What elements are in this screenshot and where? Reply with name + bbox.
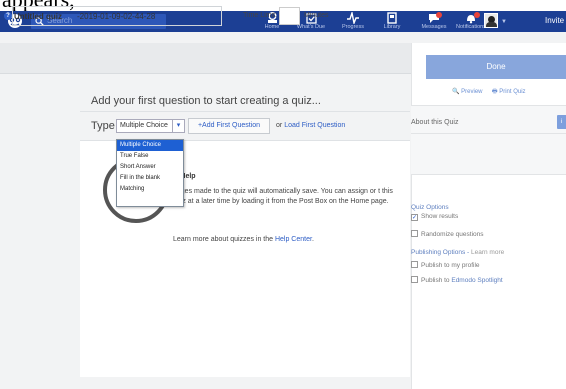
quiz-title-bar	[0, 43, 411, 74]
publish-spotlight-checkbox[interactable]	[411, 276, 418, 283]
done-button[interactable]: Done	[426, 55, 566, 79]
dropdown-option-fill-in-the-blank[interactable]: Fill in the blank	[117, 173, 183, 184]
time-limit-label: Time Limit:	[243, 12, 277, 19]
library-icon	[387, 12, 397, 24]
show-results-checkbox[interactable]: ✓	[411, 214, 418, 221]
question-type-dropdown: Multiple Choice True False Short Answer …	[116, 139, 184, 207]
chevron-down-icon[interactable]: ▾	[172, 120, 184, 132]
nav-progress[interactable]: Progress	[338, 11, 368, 32]
question-type-select[interactable]: Multiple Choice ▾	[116, 119, 185, 133]
print-icon: 🖶	[491, 89, 498, 95]
publish-spotlight-prefix: Publish to	[421, 277, 450, 284]
quiz-icon: ?	[4, 12, 12, 20]
info-icon[interactable]: i	[557, 115, 566, 129]
publish-profile-checkbox[interactable]	[411, 261, 418, 268]
invite-link[interactable]: Invite	[545, 16, 564, 25]
time-limit-input[interactable]	[279, 7, 300, 25]
preview-icon: 🔍	[452, 89, 460, 95]
load-first-question-link[interactable]: Load First Question	[284, 122, 345, 129]
nav-library-label: Library	[383, 24, 401, 30]
about-quiz-box[interactable]	[411, 105, 566, 175]
nav-notifications[interactable]: Notifications	[454, 11, 488, 32]
time-limit-unit: Minutes	[304, 12, 329, 19]
dropdown-option-true-false[interactable]: True False	[117, 151, 183, 162]
quiz-title: Untitled quiz	[14, 12, 62, 21]
help-more-row: Learn more about quizzes in the Help Cen…	[173, 236, 314, 243]
publish-spotlight-option[interactable]: Publish to Edmodo Spotlight	[411, 276, 503, 284]
help-center-link[interactable]: Help Center	[275, 236, 312, 243]
divider	[411, 133, 566, 134]
publishing-options-row: Publishing Options - Learn more	[411, 249, 504, 256]
publish-profile-option[interactable]: Publish to my profile	[411, 261, 480, 269]
about-quiz-label: About this Quiz	[411, 119, 459, 126]
learn-more-link[interactable]: Learn more	[471, 249, 504, 256]
nav-progress-label: Progress	[341, 24, 364, 30]
preview-print-row: 🔍 Preview 🖶 Print Quiz	[452, 87, 526, 97]
screen: { "caption": { "text": "appears," }, "na…	[0, 0, 566, 389]
pulse-icon	[347, 12, 359, 24]
help-more-suffix: .	[311, 236, 314, 243]
randomize-option[interactable]: Randomize questions	[411, 230, 484, 238]
messages-badge	[436, 12, 442, 18]
show-results-option[interactable]: ✓ Show results	[411, 213, 458, 221]
dropdown-option-multiple-choice[interactable]: Multiple Choice	[117, 140, 183, 151]
or-label: or	[276, 122, 283, 129]
notifications-badge	[474, 12, 480, 18]
nav-messages[interactable]: Messages	[419, 11, 449, 32]
print-quiz-link[interactable]: Print Quiz	[499, 89, 525, 95]
randomize-label: Randomize questions	[421, 231, 484, 238]
nav-messages-label: Messages	[421, 24, 447, 30]
publish-profile-label: Publish to my profile	[421, 262, 480, 269]
dropdown-option-matching[interactable]: Matching	[117, 184, 183, 195]
publishing-options-heading: Publishing Options -	[411, 249, 470, 256]
quiz-options-heading: Quiz Options	[411, 204, 449, 211]
edmodo-spotlight-link[interactable]: Edmodo Spotlight	[451, 277, 502, 284]
randomize-checkbox[interactable]	[411, 230, 418, 237]
nav-notifications-label: Notifications	[456, 24, 486, 30]
question-type-value: Multiple Choice	[120, 122, 168, 129]
load-question-row: or Load First Question	[276, 122, 345, 129]
quiz-date-suffix: -2019-01-09-02-44-28	[77, 12, 156, 21]
avatar[interactable]	[484, 13, 498, 28]
help-more-prefix: Learn more about quizzes in the	[173, 236, 274, 243]
type-label: Type	[91, 120, 115, 132]
first-question-prompt: Add your first question to start creatin…	[91, 95, 321, 107]
preview-link[interactable]: Preview	[461, 89, 482, 95]
divider	[80, 111, 410, 112]
dropdown-option-short-answer[interactable]: Short Answer	[117, 162, 183, 173]
nav-library[interactable]: Library	[381, 11, 403, 32]
show-results-label: Show results	[421, 213, 459, 220]
chevron-down-icon[interactable]: ▼	[501, 19, 507, 25]
add-first-question-button[interactable]: +Add First Question	[188, 118, 270, 134]
help-body: anges made to the quiz will automaticall…	[173, 188, 393, 205]
